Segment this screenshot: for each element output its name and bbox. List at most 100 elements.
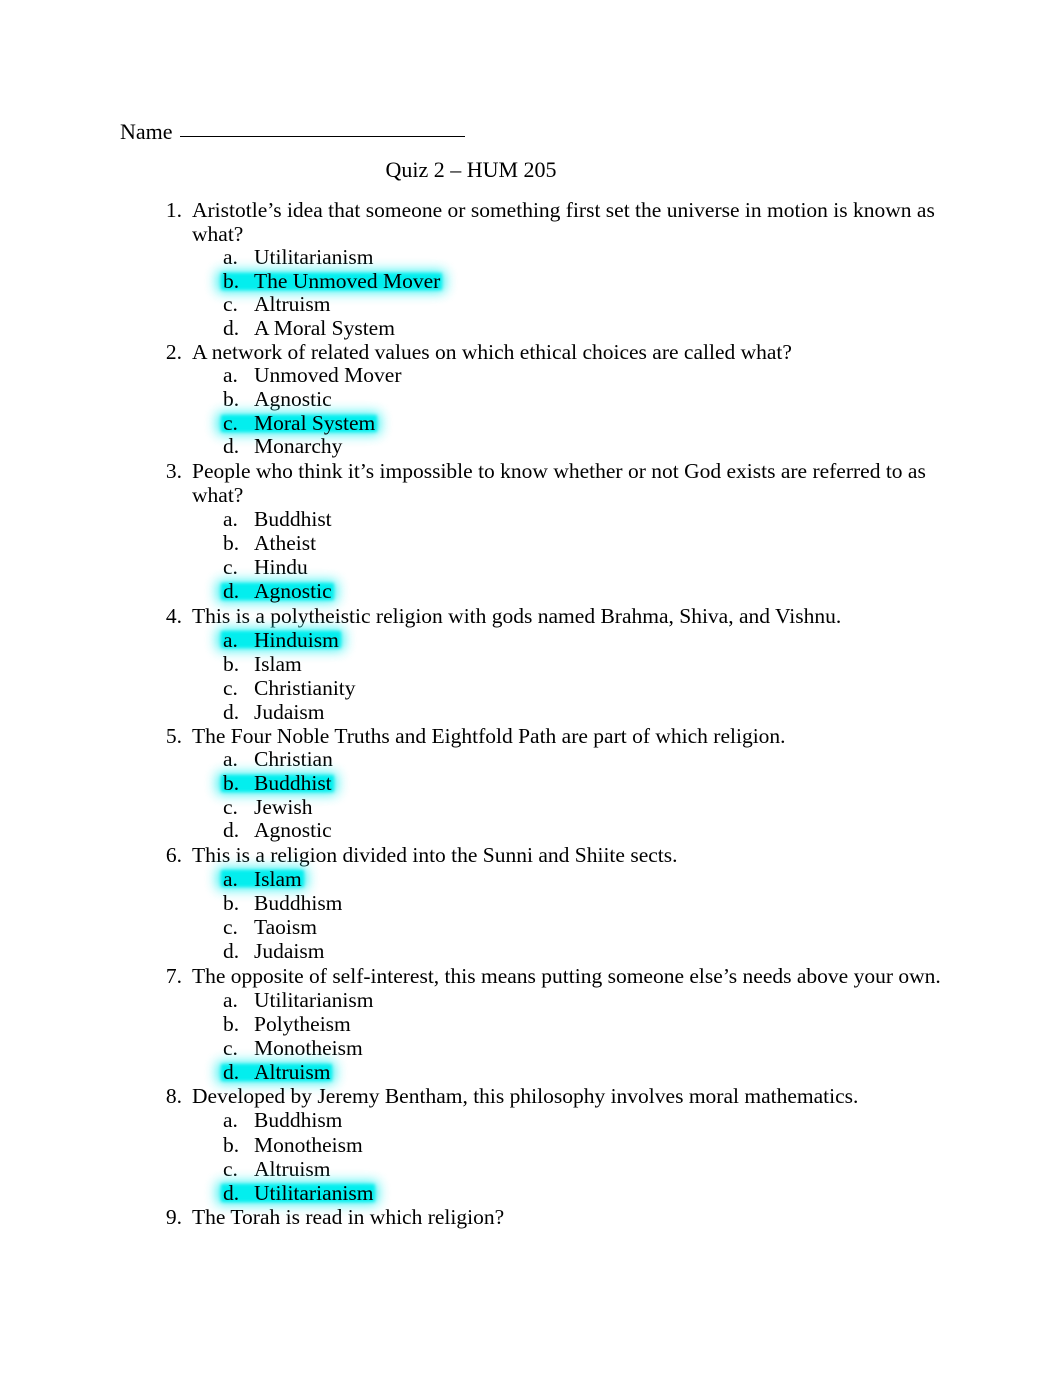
option-text: Buddhist <box>254 770 332 795</box>
question-number: 8. <box>165 1084 182 1109</box>
option-text: Unmoved Mover <box>254 363 402 388</box>
answer-option[interactable]: b. Atheist <box>223 531 322 555</box>
option-letter: a. <box>223 627 238 652</box>
answer-option[interactable]: c. Jewish <box>223 795 319 820</box>
question-number: 7. <box>165 963 182 988</box>
question-number: 6. <box>165 842 182 867</box>
option-text: Judaism <box>254 939 325 964</box>
answer-option[interactable]: c. Christianity <box>223 676 362 700</box>
question-number: 4. <box>165 603 182 628</box>
option-letter: a. <box>223 363 238 388</box>
answer-option-list: a. Buddhist b. Atheist c. Hindu d. Agnostic <box>192 507 942 604</box>
answer-option[interactable]: d. A Moral System <box>223 315 401 341</box>
answer-option-list: a. Utilitarianism b. The Unmoved Mover c. Alt… <box>192 245 942 341</box>
answer-option[interactable]: d. Judaism <box>223 700 330 724</box>
option-letter: c. <box>223 1156 238 1181</box>
answer-option[interactable]: b. Monotheism <box>223 1133 369 1157</box>
answer-option-list: a. Unmoved Mover b. Agnostic c. Moral System d… <box>192 364 942 458</box>
question-text: A network of related values on which eth… <box>192 340 792 365</box>
question-text: The Torah is read in which religion? <box>192 1205 505 1230</box>
question-list: 1. Aristotle’s idea that someone or somet… <box>120 198 942 1229</box>
question-item: 2. A network of related values on which e… <box>120 340 942 458</box>
answer-option[interactable]: a. Christian <box>223 748 339 772</box>
answer-option[interactable]: b. Polytheism <box>223 1012 357 1036</box>
answer-option[interactable]: c. Taoism <box>223 915 323 939</box>
option-text: Monarchy <box>254 434 343 459</box>
option-letter: c. <box>223 410 238 435</box>
option-text: Altruism <box>254 1156 331 1181</box>
option-text: The Unmoved Mover <box>254 268 441 293</box>
question-number: 3. <box>165 458 182 483</box>
answer-option[interactable]: a. Utilitarianism <box>223 988 379 1012</box>
answer-option-highlighted[interactable]: b. Buddhist <box>223 770 338 796</box>
answer-option-highlighted[interactable]: d. Agnostic <box>223 579 338 603</box>
question-number: 2. <box>165 340 182 365</box>
option-text: Altruism <box>254 1060 331 1085</box>
answer-option[interactable]: c. Monotheism <box>223 1036 369 1060</box>
option-letter: d. <box>223 1060 240 1085</box>
option-letter: d. <box>223 700 240 725</box>
answer-option[interactable]: a. Buddhism <box>223 1108 348 1132</box>
name-blank-rule[interactable] <box>179 121 465 137</box>
option-text: Buddhism <box>254 890 343 915</box>
answer-option[interactable]: a. Buddhist <box>223 507 338 531</box>
option-text: Buddhism <box>254 1108 343 1133</box>
answer-option-list: a. Buddhism b. Monotheism c. Altruism d. Utilit… <box>192 1108 942 1205</box>
option-letter: c. <box>223 915 238 940</box>
question-item: 9. The Torah is read in which religion? <box>120 1205 942 1229</box>
page-title: Quiz 2 – HUM 205 <box>385 157 557 182</box>
option-letter: c. <box>223 555 238 580</box>
question-text: This is a religion divided into the Sunn… <box>192 842 678 867</box>
answer-option-list: a. Christian b. Buddhist c. Jewish d. Agnostic <box>192 748 942 842</box>
option-letter: a. <box>223 987 238 1012</box>
option-text: A Moral System <box>254 315 395 340</box>
option-text: Judaism <box>254 700 325 725</box>
question-item: 7. The opposite of self-interest, this me… <box>120 964 942 1085</box>
answer-option-highlighted[interactable]: a. Islam <box>223 867 308 891</box>
option-letter: c. <box>223 675 238 700</box>
option-letter: c. <box>223 292 238 317</box>
answer-option[interactable]: b. Islam <box>223 652 308 676</box>
answer-option-highlighted[interactable]: a. Hinduism <box>223 628 345 652</box>
answer-option-highlighted[interactable]: d. Altruism <box>223 1060 336 1084</box>
option-letter: d. <box>223 939 240 964</box>
option-text: Monotheism <box>254 1035 363 1060</box>
option-letter: b. <box>223 1011 240 1036</box>
question-number: 5. <box>165 724 182 749</box>
answer-option[interactable]: c. Hindu <box>223 555 314 579</box>
answer-option[interactable]: a. Utilitarianism <box>223 245 379 270</box>
answer-option[interactable]: b. Agnostic <box>223 386 338 412</box>
question-text: The Four Noble Truths and Eightfold Path… <box>192 724 786 749</box>
question-text: Aristotle’s idea that someone or somethi… <box>192 198 935 246</box>
answer-option-highlighted[interactable]: c. Moral System <box>223 410 381 436</box>
answer-option[interactable]: b. Buddhism <box>223 891 348 915</box>
option-text: Utilitarianism <box>254 987 374 1012</box>
question-text: Developed by Jeremy Bentham, this philos… <box>192 1084 859 1109</box>
answer-option[interactable]: c. Altruism <box>223 292 336 317</box>
answer-option[interactable]: d. Judaism <box>223 939 330 963</box>
option-text: Polytheism <box>254 1011 351 1036</box>
option-text: Islam <box>254 866 302 891</box>
answer-option[interactable]: c. Altruism <box>223 1157 336 1181</box>
option-text: Hindu <box>254 555 308 580</box>
answer-option[interactable]: a. Unmoved Mover <box>223 364 408 388</box>
answer-option-highlighted[interactable]: b. The Unmoved Mover <box>223 268 446 294</box>
option-letter: a. <box>223 866 238 891</box>
option-letter: b. <box>223 1132 240 1157</box>
option-text: Atheist <box>254 530 317 555</box>
option-letter: d. <box>223 434 240 459</box>
option-text: Utilitarianism <box>254 245 374 269</box>
answer-option[interactable]: d. Monarchy <box>223 434 348 459</box>
option-text: Monotheism <box>254 1132 363 1157</box>
answer-option-list: a. Utilitarianism b. Polytheism c. Monotheism… <box>192 988 942 1085</box>
answer-option-highlighted[interactable]: d. Utilitarianism <box>223 1181 379 1205</box>
option-letter: a. <box>223 1108 238 1133</box>
option-text: Hinduism <box>254 627 339 652</box>
question-text: People who think it’s impossible to know… <box>192 458 926 507</box>
option-letter: c. <box>223 1035 238 1060</box>
question-number: 1. <box>165 198 182 222</box>
answer-option[interactable]: d. Agnostic <box>223 818 338 843</box>
question-item: 4. This is a polytheistic religion with g… <box>120 604 942 725</box>
option-text: Christian <box>254 747 333 772</box>
option-text: Agnostic <box>254 386 332 411</box>
